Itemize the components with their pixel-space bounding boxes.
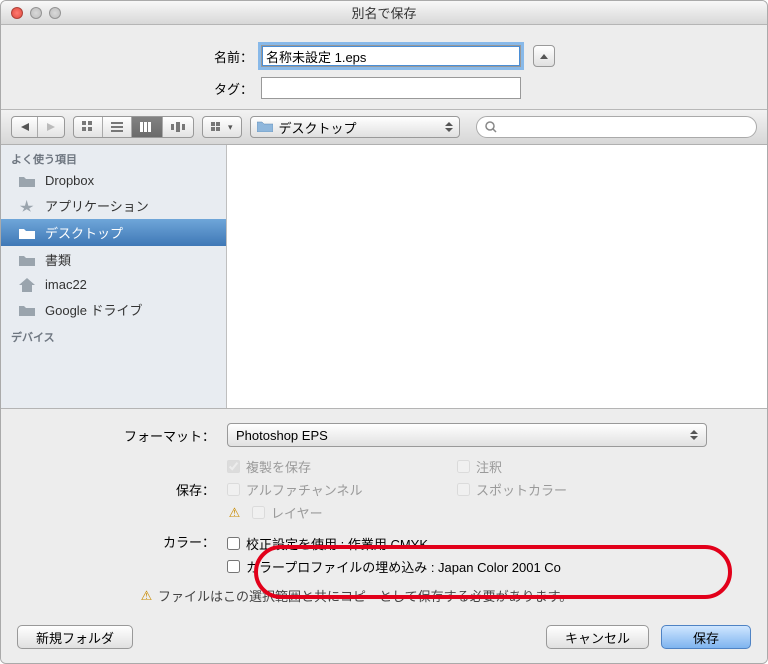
close-button[interactable] — [11, 7, 23, 19]
location-label: デスクトップ — [279, 118, 357, 137]
layers-checkbox-input — [252, 506, 265, 519]
folder-icon — [19, 227, 37, 239]
sidebar-item-label: Google ドライブ — [45, 300, 143, 319]
triangle-right-icon — [47, 123, 55, 131]
dialog-footer: 新規フォルダ キャンセル 保存 — [1, 615, 767, 663]
annotation-checkbox-input — [457, 460, 470, 473]
annotation-checkbox: 注釈 — [457, 455, 687, 478]
sidebar-item-label: デスクトップ — [45, 223, 123, 242]
columns-icon — [140, 122, 154, 132]
format-popup[interactable]: Photoshop EPS — [227, 423, 707, 447]
layers-checkbox: ⚠ レイヤー — [227, 501, 749, 524]
home-icon — [19, 278, 37, 292]
titlebar: 別名で保存 — [1, 1, 767, 25]
alpha-checkbox: アルファチャンネル — [227, 478, 457, 501]
file-list-pane[interactable] — [227, 145, 767, 408]
sidebar-item-label: imac22 — [45, 277, 87, 292]
format-value: Photoshop EPS — [236, 428, 328, 443]
new-folder-button[interactable]: 新規フォルダ — [17, 625, 133, 649]
spot-checkbox: スポットカラー — [457, 478, 687, 501]
forward-button[interactable] — [38, 117, 64, 137]
alpha-checkbox-input — [227, 483, 240, 496]
minimize-button[interactable] — [30, 7, 42, 19]
copy-checkbox-input — [227, 460, 240, 473]
name-label: 名前： — [19, 47, 261, 66]
triangle-left-icon — [21, 123, 29, 131]
sidebar-item-home[interactable]: imac22 — [1, 273, 226, 296]
arrange-button[interactable]: ▾ — [203, 117, 241, 137]
sidebar-item-documents[interactable]: 書類 — [1, 246, 226, 273]
filename-input[interactable] — [261, 45, 521, 67]
view-mode-segment — [73, 116, 194, 138]
window-title: 別名で保存 — [1, 3, 767, 22]
warning-icon: ⚠ — [139, 588, 154, 603]
applications-icon — [19, 199, 37, 213]
format-label: フォーマット： — [19, 426, 227, 445]
tag-label: タグ： — [19, 79, 261, 98]
zoom-button[interactable] — [49, 7, 61, 19]
arrange-icon — [211, 122, 225, 132]
view-coverflow-button[interactable] — [163, 117, 193, 137]
window-controls — [11, 7, 61, 19]
tag-input[interactable] — [261, 77, 521, 99]
view-column-button[interactable] — [132, 117, 163, 137]
folder-icon — [257, 120, 273, 134]
sidebar-item-label: Dropbox — [45, 173, 94, 188]
sidebar-item-label: 書類 — [45, 250, 71, 269]
copy-note: ⚠ ファイルはこの選択範囲と共にコピーとして保存する必要があります。 — [139, 586, 749, 605]
sidebar: よく使う項目 Dropbox アプリケーション デスクトップ 書類 imac22 — [1, 145, 227, 408]
save-dialog-window: 別名で保存 名前： タグ： — [0, 0, 768, 664]
view-list-button[interactable] — [103, 117, 132, 137]
sidebar-favorites-header: よく使う項目 — [1, 145, 226, 169]
sidebar-item-label: アプリケーション — [45, 196, 149, 215]
arrange-menu[interactable]: ▾ — [202, 116, 242, 138]
list-icon — [111, 122, 123, 132]
sidebar-item-applications[interactable]: アプリケーション — [1, 192, 226, 219]
sidebar-item-googledrive[interactable]: Google ドライブ — [1, 296, 226, 323]
embed-profile-checkbox-input[interactable] — [227, 560, 240, 573]
folder-icon — [19, 175, 37, 187]
file-browser: よく使う項目 Dropbox アプリケーション デスクトップ 書類 imac22 — [1, 145, 767, 409]
sidebar-item-desktop[interactable]: デスクトップ — [1, 219, 226, 246]
grid-icon — [82, 121, 94, 133]
folder-icon — [19, 304, 37, 316]
coverflow-icon — [171, 122, 185, 132]
sidebar-item-dropbox[interactable]: Dropbox — [1, 169, 226, 192]
name-tag-area: 名前： タグ： — [1, 25, 767, 109]
back-button[interactable] — [12, 117, 38, 137]
search-field[interactable] — [476, 116, 757, 138]
copy-checkbox: 複製を保存 — [227, 455, 457, 478]
proof-checkbox-input[interactable] — [227, 537, 240, 550]
sidebar-devices-header: デバイス — [1, 323, 226, 347]
view-icon-button[interactable] — [74, 117, 103, 137]
options-panel: フォーマット： Photoshop EPS 保存： 複製を保存 注釈 アルファチ… — [1, 409, 767, 615]
save-button[interactable]: 保存 — [661, 625, 751, 649]
spot-checkbox-input — [457, 483, 470, 496]
browser-toolbar: ▾ デスクトップ — [1, 109, 767, 145]
save-label: 保存： — [19, 480, 227, 499]
chevron-up-icon — [540, 54, 548, 59]
cancel-button[interactable]: キャンセル — [546, 625, 649, 649]
embed-profile-checkbox[interactable]: カラープロファイルの埋め込み : Japan Color 2001 Co — [227, 555, 749, 578]
location-popup[interactable]: デスクトップ — [250, 116, 460, 138]
expand-collapse-button[interactable] — [533, 45, 555, 67]
warning-icon: ⚠ — [227, 505, 242, 520]
search-icon — [485, 121, 497, 133]
nav-back-forward — [11, 116, 65, 138]
proof-checkbox[interactable]: 校正設定を使用 : 作業用 CMYK — [227, 532, 749, 555]
folder-icon — [19, 254, 37, 266]
color-label: カラー： — [19, 532, 227, 551]
